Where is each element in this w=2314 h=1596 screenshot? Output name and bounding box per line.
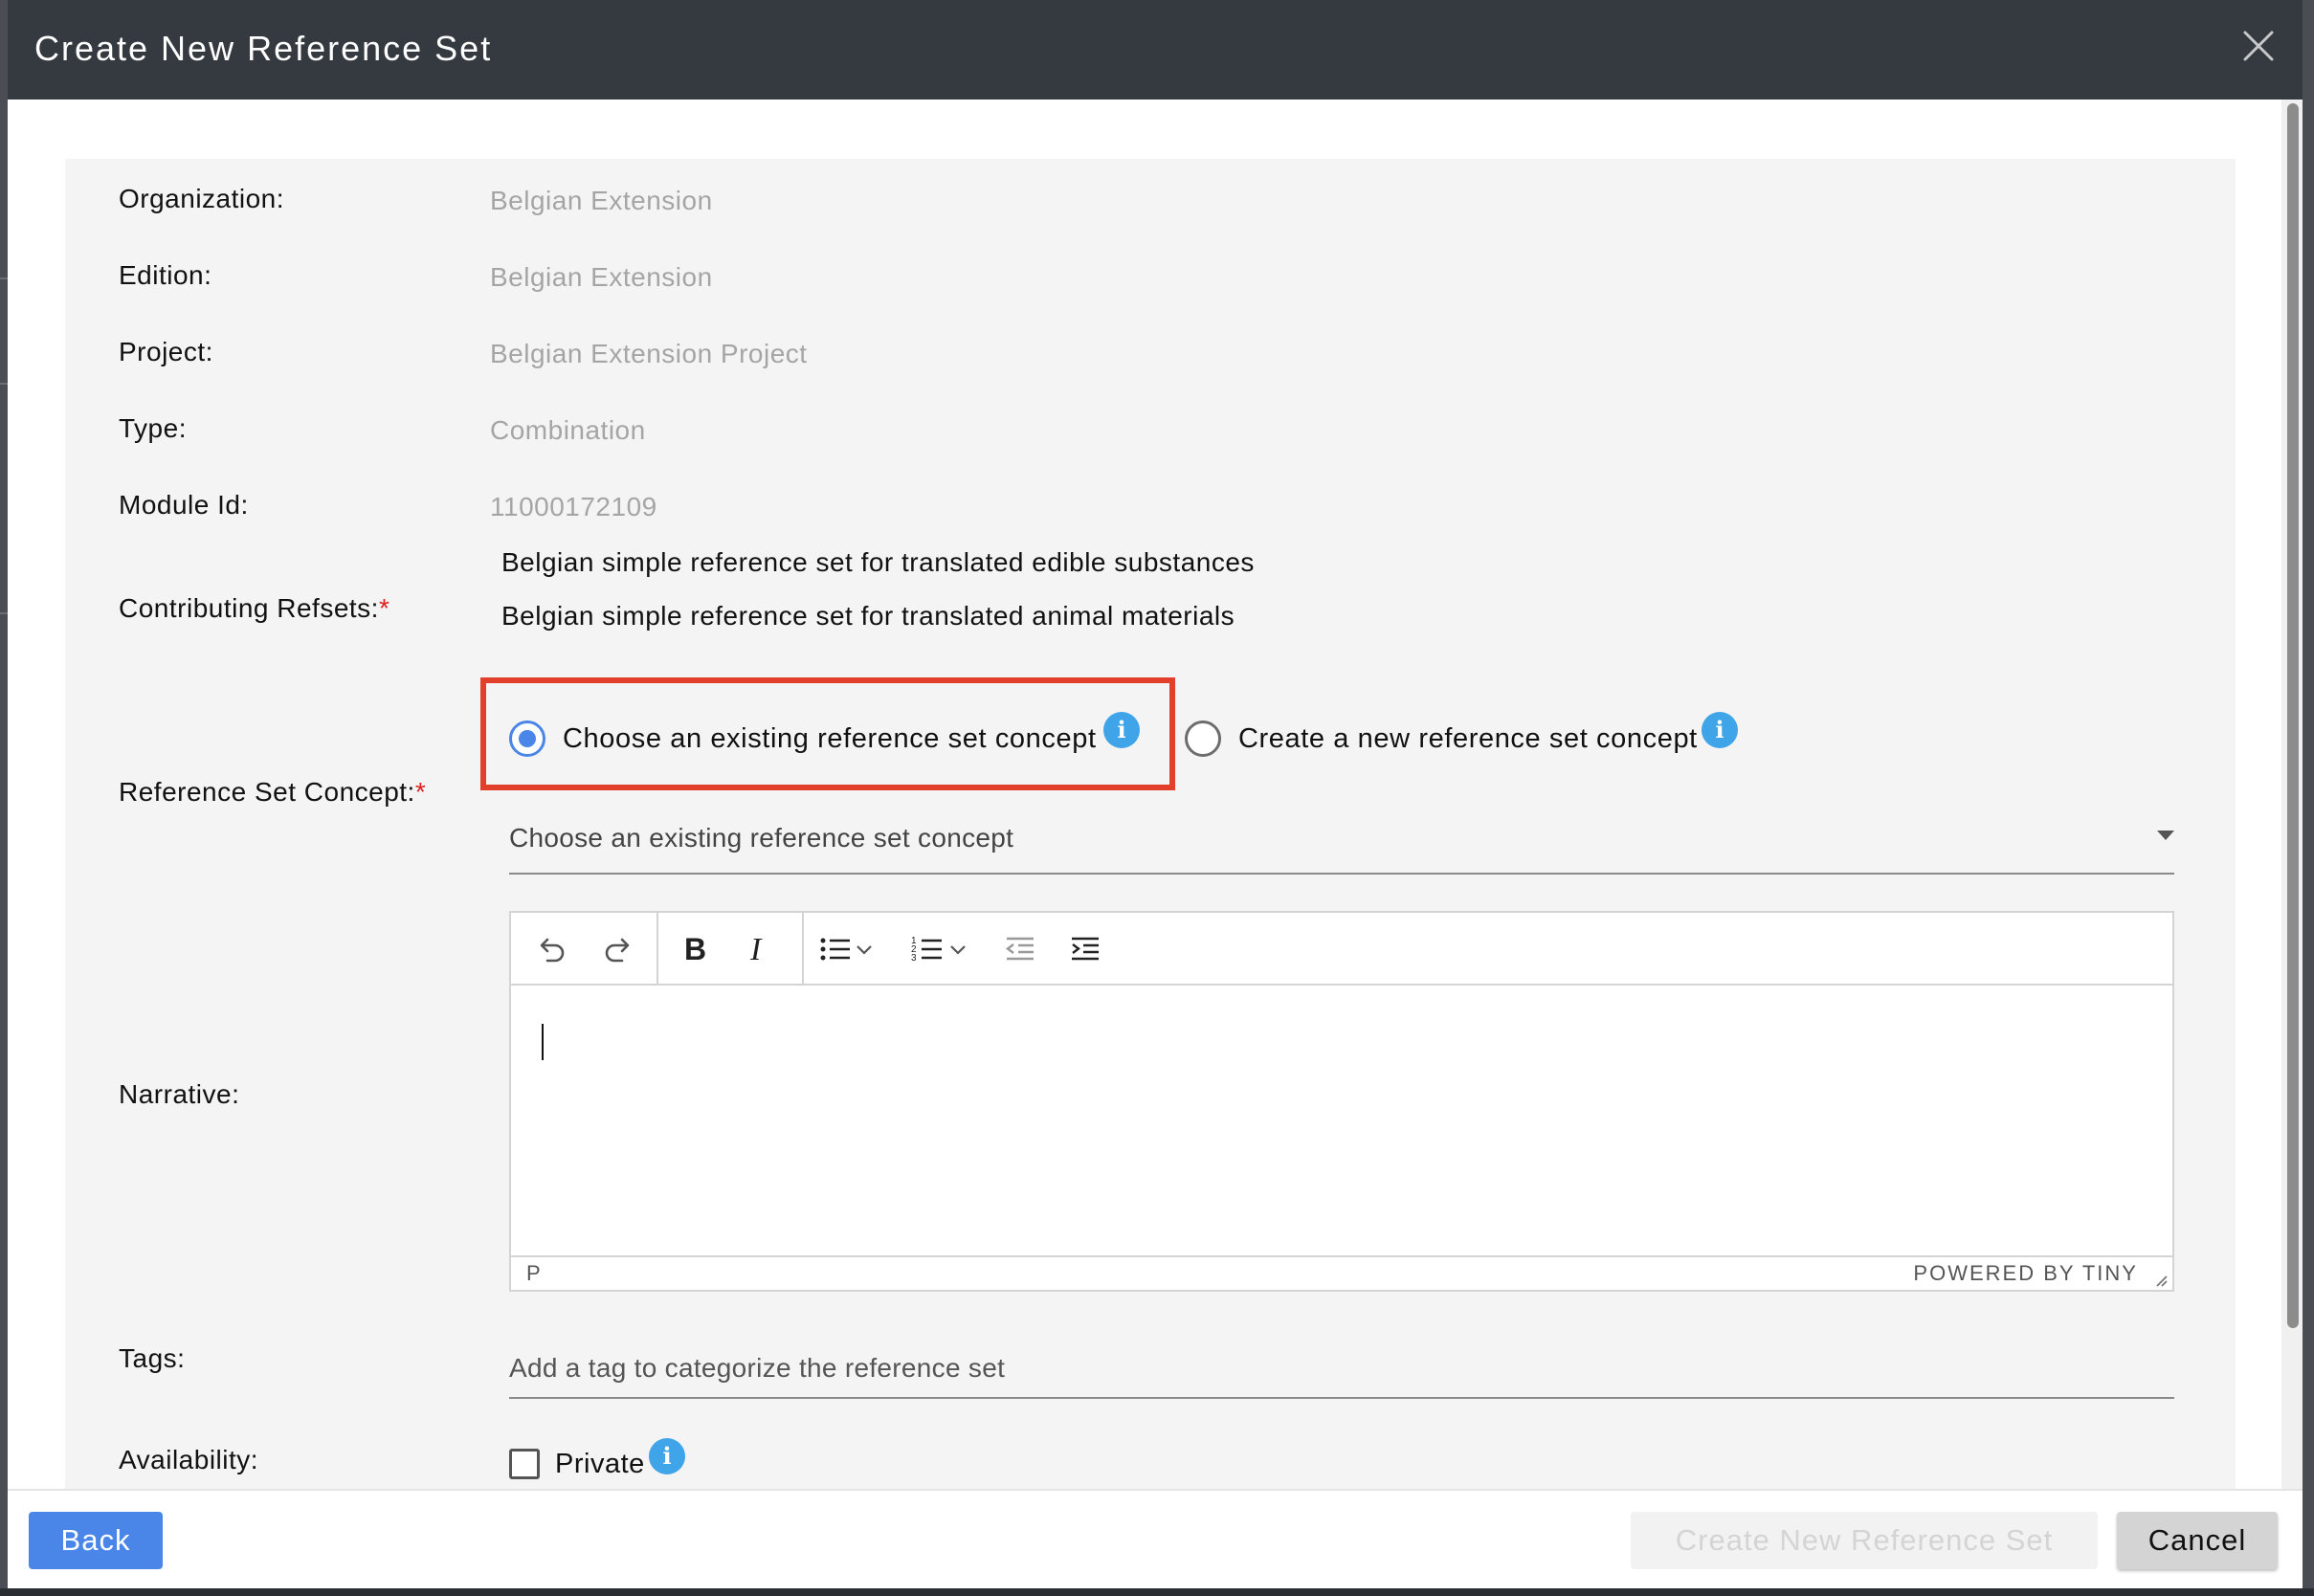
reference-set-concept-label: Reference Set Concept:* — [119, 777, 427, 807]
toolbar-separator — [802, 913, 804, 986]
undo-icon[interactable] — [528, 926, 574, 972]
create-reference-set-button[interactable]: Create New Reference Set — [1631, 1512, 2098, 1569]
bullet-list-chevron-down-icon[interactable] — [850, 926, 879, 972]
indent-icon[interactable] — [1062, 926, 1108, 972]
toolbar-separator — [656, 913, 658, 986]
cancel-button[interactable]: Cancel — [2117, 1512, 2278, 1569]
private-checkbox-label[interactable]: Private — [555, 1449, 645, 1480]
outdent-icon[interactable] — [997, 926, 1043, 972]
svg-text:B: B — [684, 932, 706, 966]
numbered-list-chevron-down-icon[interactable] — [944, 926, 972, 972]
private-checkbox[interactable] — [509, 1449, 540, 1479]
italic-icon[interactable]: I — [735, 926, 781, 972]
info-icon[interactable]: i — [649, 1438, 685, 1474]
tags-field — [509, 1340, 2174, 1399]
modal-footer: Back Create New Reference Set Cancel — [8, 1489, 2303, 1588]
editor-statusbar: P POWERED BY TINY — [511, 1255, 2172, 1290]
svg-text:3: 3 — [911, 953, 917, 964]
backdrop-divider — [0, 383, 8, 385]
edition-label: Edition: — [119, 260, 212, 290]
contributing-refset-item: Belgian simple reference set for transla… — [501, 547, 1255, 577]
type-value: Combination — [490, 415, 646, 445]
select-placeholder: Choose an existing reference set concept — [509, 823, 1014, 853]
powered-by-tiny-link[interactable]: POWERED BY TINY — [1913, 1261, 2138, 1286]
svg-text:I: I — [749, 932, 763, 966]
contributing-refset-item: Belgian simple reference set for transla… — [501, 601, 1235, 631]
backdrop-divider — [0, 277, 8, 279]
narrative-text-area[interactable] — [511, 986, 2172, 1257]
existing-concept-radio-label[interactable]: Choose an existing reference set concept — [563, 723, 1097, 755]
narrative-rich-text-editor: B I 123 P POWERED BY TINY — [509, 911, 2174, 1292]
project-value: Belgian Extension Project — [490, 339, 808, 368]
module-id-label: Module Id: — [119, 490, 249, 520]
modal-header: Create New Reference Set — [8, 0, 2303, 100]
organization-value: Belgian Extension — [490, 186, 713, 215]
scrollbar-thumb[interactable] — [2287, 103, 2299, 1328]
existing-concept-select[interactable]: Choose an existing reference set concept — [509, 813, 2174, 875]
element-path[interactable]: P — [526, 1261, 541, 1286]
editor-toolbar: B I 123 — [511, 913, 2172, 986]
existing-concept-radio[interactable] — [509, 720, 545, 757]
create-reference-set-modal: Create New Reference Set Organization: B… — [8, 0, 2303, 1588]
required-marker: * — [378, 593, 390, 623]
text-cursor — [542, 1024, 544, 1060]
close-icon[interactable] — [2237, 25, 2280, 67]
type-label: Type: — [119, 413, 187, 443]
back-button[interactable]: Back — [29, 1512, 163, 1569]
bold-icon[interactable]: B — [670, 926, 716, 972]
backdrop-bottom-strip — [0, 1588, 2314, 1596]
modal-scrollbar[interactable] — [2281, 100, 2303, 1489]
narrative-label: Narrative: — [119, 1079, 240, 1109]
project-label: Project: — [119, 337, 213, 366]
required-marker: * — [414, 777, 427, 807]
tags-label: Tags: — [119, 1343, 186, 1373]
contributing-refsets-label: Contributing Refsets:* — [119, 593, 390, 623]
new-concept-radio[interactable] — [1185, 720, 1221, 757]
tags-input[interactable] — [509, 1340, 2174, 1397]
new-concept-radio-label[interactable]: Create a new reference set concept — [1238, 723, 1698, 755]
organization-label: Organization: — [119, 184, 285, 213]
redo-icon[interactable] — [595, 926, 641, 972]
availability-label: Availability: — [119, 1445, 259, 1474]
modal-title: Create New Reference Set — [34, 29, 493, 68]
backdrop-divider — [0, 612, 8, 614]
edition-value: Belgian Extension — [490, 262, 713, 292]
info-icon[interactable]: i — [1103, 712, 1140, 748]
resize-handle-icon[interactable] — [2151, 1271, 2169, 1288]
dropdown-caret-icon — [2157, 831, 2174, 840]
module-id-value: 11000172109 — [490, 492, 657, 521]
info-icon[interactable]: i — [1702, 712, 1738, 748]
